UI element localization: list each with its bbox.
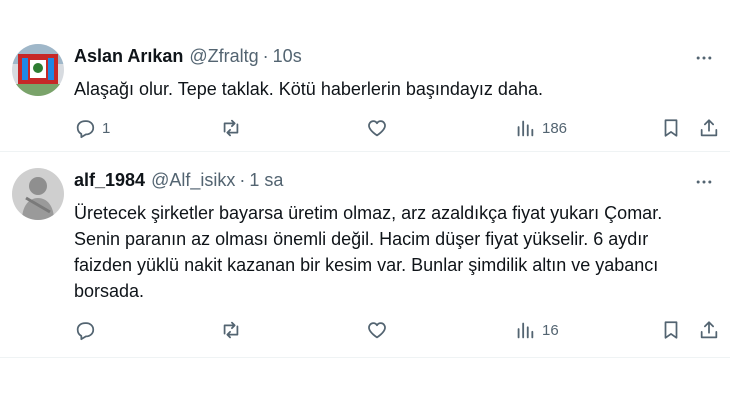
bookmark-icon xyxy=(664,119,678,137)
user-handle[interactable]: @Zfraltg xyxy=(189,46,258,67)
repost-button[interactable] xyxy=(220,319,248,341)
more-dots-icon[interactable] xyxy=(690,170,718,194)
repost-button[interactable] xyxy=(220,117,248,139)
views-count: 186 xyxy=(542,119,568,137)
separator-dot: · xyxy=(262,46,269,66)
reply-count: 1 xyxy=(102,119,111,137)
timestamp[interactable]: 1 sa xyxy=(249,170,283,191)
bookmark-button[interactable] xyxy=(660,319,682,341)
share-icon xyxy=(700,321,718,339)
reply-icon xyxy=(76,322,95,341)
tweet-header: Aslan Arıkan @Zfraltg · 10s xyxy=(74,46,718,70)
bookmark-button[interactable] xyxy=(660,117,682,139)
repost-icon xyxy=(223,119,239,137)
share-button[interactable] xyxy=(698,117,720,139)
user-handle[interactable]: @Alf_isikx xyxy=(151,170,235,191)
heart-icon xyxy=(368,120,386,137)
views-button[interactable]: 16 xyxy=(514,319,559,341)
tweet-header: alf_1984 @Alf_isikx · 1 sa xyxy=(74,170,718,194)
bookmark-icon xyxy=(664,321,678,339)
tweet-text: Alaşağı olur. Tepe taklak. Kötü haberler… xyxy=(74,79,543,99)
tweet-feed: Aslan Arıkan @Zfraltg · 10s Alaşağı olur… xyxy=(0,0,730,420)
separator-dot: · xyxy=(239,170,246,190)
reply-button[interactable]: 1 xyxy=(74,117,110,139)
like-button[interactable] xyxy=(366,319,394,341)
reply-icon xyxy=(76,120,95,139)
avatar[interactable] xyxy=(12,168,64,220)
more-dots-icon[interactable] xyxy=(690,46,718,70)
tweet[interactable]: alf_1984 @Alf_isikx · 1 sa Üretecek şirk… xyxy=(0,152,730,358)
tweet[interactable]: Aslan Arıkan @Zfraltg · 10s Alaşağı olur… xyxy=(0,28,730,152)
views-chart-icon xyxy=(517,120,534,137)
share-button[interactable] xyxy=(698,319,720,341)
avatar[interactable] xyxy=(12,44,64,96)
like-button[interactable] xyxy=(366,117,394,139)
heart-icon xyxy=(368,322,386,339)
timestamp[interactable]: 10s xyxy=(273,46,302,67)
repost-icon xyxy=(223,321,239,339)
tweet-content: Aslan Arıkan @Zfraltg · 10s Alaşağı olur… xyxy=(74,46,718,102)
tweet-actions: 16 xyxy=(74,318,718,342)
display-name[interactable]: Aslan Arıkan xyxy=(74,46,183,67)
tweet-text: Üretecek şirketler bayarsa üretim olmaz,… xyxy=(74,203,663,301)
views-chart-icon xyxy=(517,322,534,339)
views-count: 16 xyxy=(542,321,559,339)
tweet-actions: 1 186 xyxy=(74,116,718,140)
display-name[interactable]: alf_1984 xyxy=(74,170,145,191)
share-icon xyxy=(700,119,718,137)
views-button[interactable]: 186 xyxy=(514,117,567,139)
reply-button[interactable] xyxy=(74,319,102,341)
tweet-content: alf_1984 @Alf_isikx · 1 sa Üretecek şirk… xyxy=(74,170,718,304)
